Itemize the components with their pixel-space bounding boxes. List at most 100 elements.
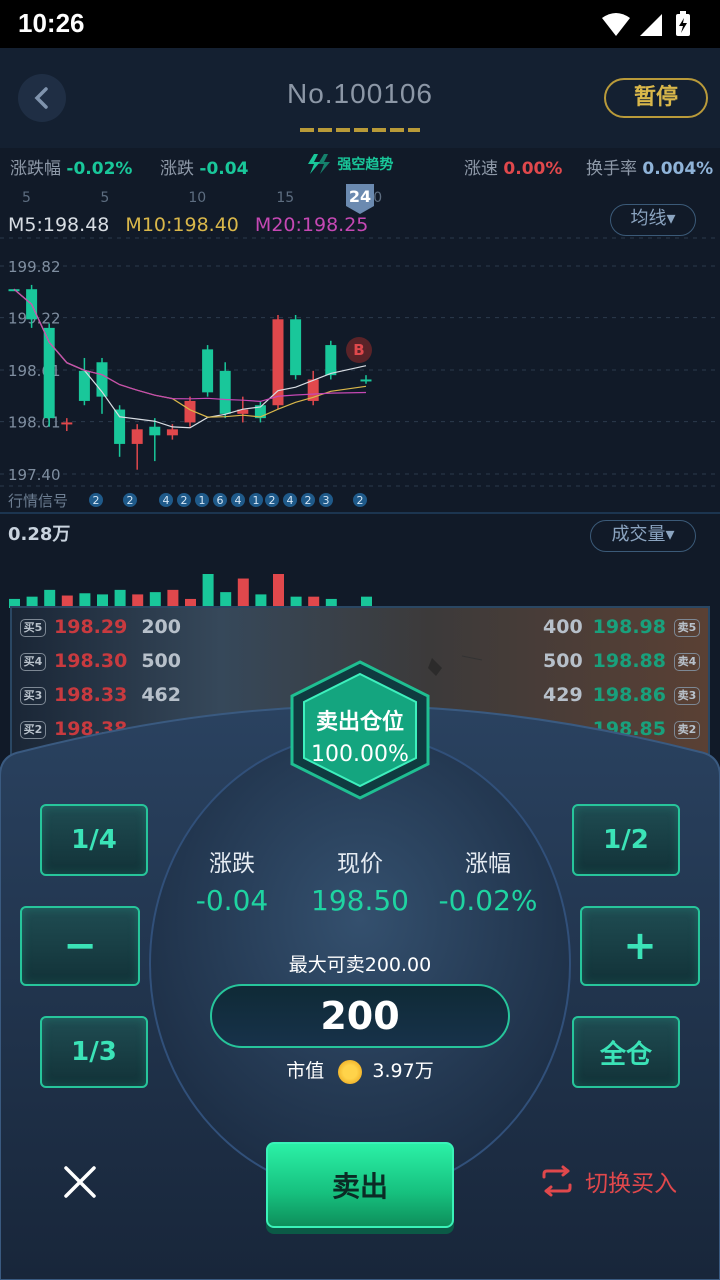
signal-value: 4 [235, 494, 242, 507]
buy-signal-marker[interactable]: B [346, 337, 372, 363]
signal-value: 2 [305, 494, 312, 507]
ask-price: 198.86 [592, 684, 666, 706]
ask-price: 198.88 [592, 650, 666, 672]
ma10-label: M10:198.40 [125, 214, 239, 236]
ask-qty: 400 [543, 616, 583, 638]
bid-price: 198.30 [54, 650, 128, 672]
signal-value: 2 [269, 494, 276, 507]
ask-row[interactable]: 400 198.98 卖5 [543, 616, 700, 644]
candle-body [61, 422, 73, 425]
signal-label: 行情信号 [8, 492, 69, 510]
ma5-label: M5:198.48 [8, 214, 110, 236]
switch-buy-button[interactable]: 切换买入 [540, 1164, 700, 1200]
candle-body [290, 319, 302, 376]
change-pct-value: -0.02% [438, 884, 538, 917]
badge-value: 100.00% [311, 742, 409, 767]
trend-label: 强空趋势 [337, 157, 394, 173]
bid-price: 198.29 [54, 616, 128, 638]
status-bar: 10:26 [0, 0, 720, 48]
volume-bars [9, 574, 372, 608]
y-tick-label: 197.40 [8, 466, 61, 484]
close-button[interactable] [60, 1162, 100, 1202]
signal-value: 2 [93, 494, 100, 507]
x-tick-label: 10 [188, 190, 206, 206]
title-underline [300, 128, 420, 132]
speed-label: 涨速 [464, 159, 498, 179]
change-pct-value: -0.02% [66, 159, 133, 179]
current-marker-label: 24 [348, 187, 372, 206]
x-tick-label: 5 [22, 190, 31, 206]
volume-bar [273, 574, 284, 608]
ask-tag: 卖4 [674, 652, 700, 671]
badge-title: 卖出仓位 [315, 710, 404, 735]
bid-tag: 买3 [20, 686, 46, 705]
ma-legend: M5:198.48 M10:198.40 M20:198.25 [8, 214, 378, 236]
swap-icon [542, 1165, 572, 1197]
lightning-icon [308, 154, 330, 174]
plus-button[interactable]: + [580, 906, 700, 986]
battery-icon [676, 11, 690, 36]
bid-price: 198.33 [54, 684, 128, 706]
market-value: 3.97万 [372, 1060, 434, 1082]
signal-value: 2 [127, 494, 134, 507]
all-position-button[interactable]: 全仓 [572, 1016, 680, 1088]
change-pct-label: 涨幅 [465, 851, 511, 877]
ask-tag: 卖5 [674, 618, 700, 637]
change-pct-stat: 涨跌幅 -0.02% [10, 154, 132, 179]
signal-value: 1 [199, 494, 206, 507]
switch-buy-label: 切换买入 [585, 1171, 678, 1197]
market-value-label: 市值 [286, 1060, 325, 1082]
trend-indicator: 强空趋势 [306, 152, 393, 176]
candle-body [219, 370, 231, 414]
candle-body [272, 319, 284, 406]
turnover-value: 0.004% [642, 159, 714, 179]
close-icon [64, 1166, 96, 1198]
signal-value: 4 [163, 494, 170, 507]
speed-stat: 涨速 0.00% [464, 154, 562, 179]
candlestick-chart[interactable]: 199.82199.22198.61198.01197.40 55101520 … [0, 182, 720, 512]
quantity-input[interactable]: 200 [210, 984, 510, 1048]
third-button[interactable]: 1/3 [40, 1016, 148, 1088]
current-marker: 24 [344, 182, 376, 214]
volume-bar [202, 574, 214, 608]
bid-row[interactable]: 买4 198.30 500 [20, 650, 181, 678]
bid-qty: 200 [141, 616, 181, 638]
change-pct-label: 涨跌幅 [10, 159, 61, 179]
ask-qty: 500 [543, 650, 583, 672]
position-badge: 卖出仓位 100.00% [288, 660, 432, 800]
change-value: -0.04 [199, 159, 249, 179]
half-button[interactable]: 1/2 [572, 804, 680, 876]
bid-tag: 买5 [20, 618, 46, 637]
x-tick-label: 15 [276, 190, 294, 206]
ma-toggle-button[interactable]: 均线▾ [610, 204, 696, 236]
candle-body [166, 429, 178, 436]
quarter-button[interactable]: 1/4 [40, 804, 148, 876]
ask-row[interactable]: 500 198.88 卖4 [543, 650, 700, 678]
y-tick-label: 199.82 [8, 258, 61, 276]
candle-body [202, 349, 214, 393]
sell-button[interactable]: 卖出 [266, 1142, 454, 1228]
bid-row[interactable]: 买5 198.29 200 [20, 616, 181, 644]
signal-value: 3 [323, 494, 330, 507]
volume-panel: 0.28万 成交量▾ [0, 512, 720, 608]
turnover-label: 换手率 [586, 159, 637, 179]
volume-bar [237, 578, 249, 608]
status-time: 10:26 [18, 8, 85, 38]
pause-button[interactable]: 暂停 [604, 78, 708, 118]
bid-tag: 买4 [20, 652, 46, 671]
signal-icon [640, 14, 662, 36]
speed-value: 0.00% [503, 159, 563, 179]
ask-qty: 429 [543, 684, 583, 706]
minus-button[interactable]: − [20, 906, 140, 986]
candle-body [114, 409, 126, 444]
header: No.100106 暂停 [0, 48, 720, 148]
change-stat: 涨跌 -0.04 [160, 154, 248, 179]
candle-body [360, 379, 372, 382]
ask-price: 198.98 [592, 616, 666, 638]
coin-icon [338, 1059, 363, 1084]
market-value-row: 市值 3.97万 [260, 1056, 460, 1086]
candle-body [325, 345, 337, 376]
signal-value: 4 [287, 494, 294, 507]
bid-qty: 462 [141, 684, 181, 706]
signal-value: 2 [181, 494, 188, 507]
